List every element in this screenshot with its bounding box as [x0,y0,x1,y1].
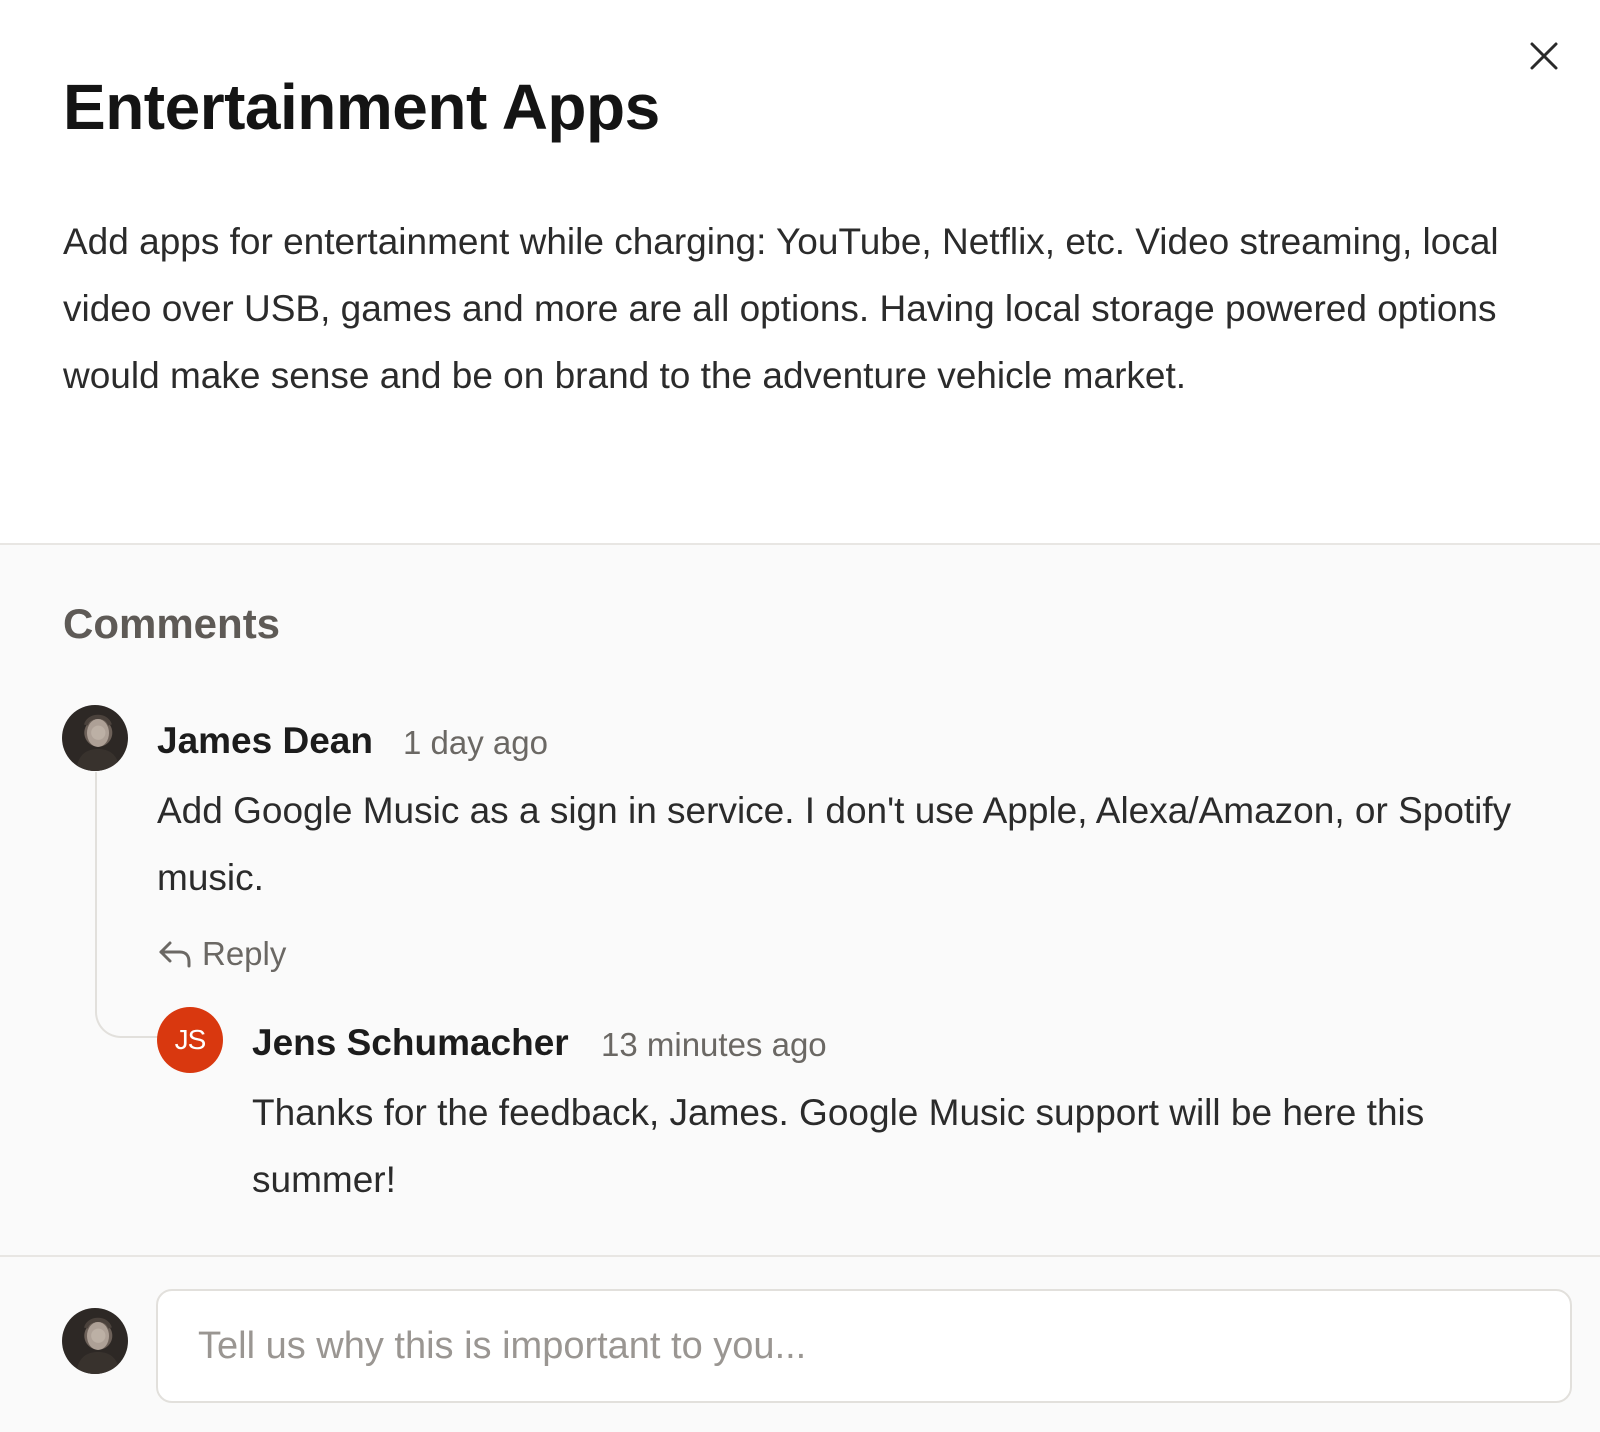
comment-author: James Dean [157,720,373,761]
reply-body: Thanks for the feedback, James. Google M… [252,1092,1425,1200]
close-button[interactable] [1524,36,1564,76]
idea-description: Add apps for entertainment while chargin… [63,221,1499,396]
comment-body: Add Google Music as a sign in service. I… [157,790,1512,898]
user-photo-avatar [76,1317,120,1374]
current-user-avatar[interactable] [62,1308,128,1374]
thread-connector-line [95,772,165,1038]
reply-arrow-icon [159,941,191,968]
reply-timestamp: 13 minutes ago [601,1026,827,1063]
page-title: Entertainment Apps [63,71,660,143]
reply-button[interactable]: Reply [158,935,286,973]
close-icon [1530,42,1558,70]
comment-input[interactable] [156,1289,1572,1403]
avatar[interactable] [62,705,128,771]
avatar-initials: JS [174,1024,207,1055]
reply-author: Jens Schumacher [252,1022,569,1063]
avatar[interactable]: JS [157,1007,223,1073]
reply-label: Reply [202,935,287,972]
idea-detail-modal: Entertainment Apps Add apps for entertai… [0,0,1600,1432]
user-photo-avatar [76,714,120,771]
comment-timestamp: 1 day ago [403,724,548,761]
idea-header: Entertainment Apps Add apps for entertai… [0,0,1600,545]
comments-heading: Comments [63,600,281,647]
